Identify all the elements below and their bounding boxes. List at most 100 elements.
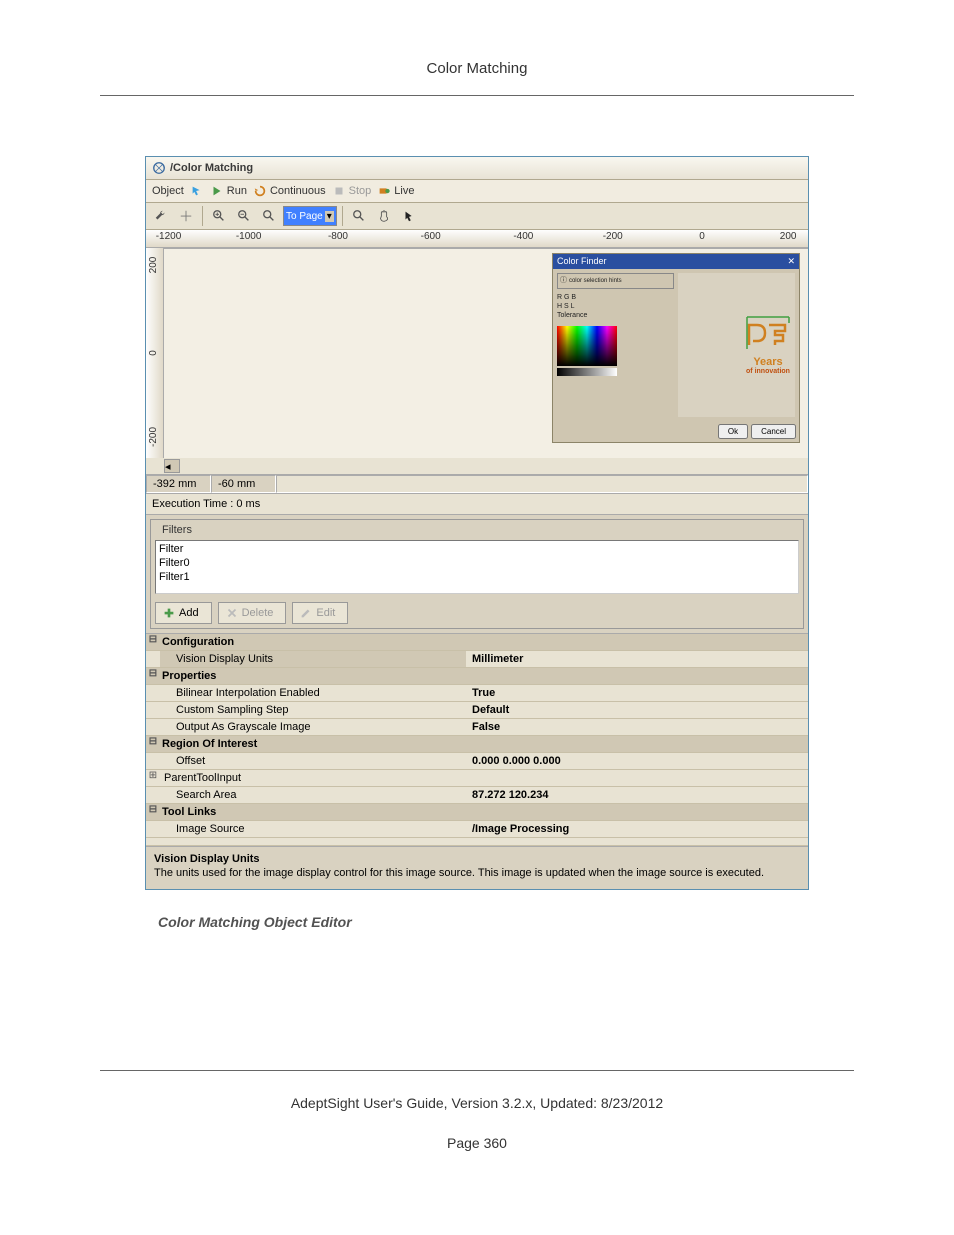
dialog-close-icon[interactable]: ✕ [787, 256, 795, 267]
ruler-tick: 200 [780, 231, 797, 242]
magnify-icon [352, 209, 366, 223]
page-footer: AdeptSight User's Guide, Version 3.2.x, … [100, 1070, 854, 1151]
ruler-tick: -1000 [236, 231, 262, 242]
wrench-button[interactable] [150, 206, 172, 226]
description-title: Vision Display Units [154, 853, 800, 865]
prop-parent-tool-input[interactable]: ⊞ ParentToolInput [146, 770, 808, 787]
magnify-button[interactable] [348, 206, 370, 226]
zoom-mode-label: To Page [286, 211, 323, 222]
page-number: Page 360 [100, 1135, 854, 1151]
section-label: Properties [160, 668, 466, 684]
prop-value[interactable]: False [466, 719, 808, 735]
app-icon [152, 161, 166, 175]
continuous-button[interactable]: Continuous [253, 184, 326, 198]
delete-label: Delete [242, 607, 274, 619]
prop-vision-display-units[interactable]: Vision Display Units Millimeter [146, 651, 808, 668]
zoom-reset-button[interactable] [258, 206, 280, 226]
add-filter-button[interactable]: Add [155, 602, 212, 624]
zoom-in-icon [212, 209, 226, 223]
ruler-tick: 0 [148, 350, 159, 356]
footer-text: AdeptSight User's Guide, Version 3.2.x, … [100, 1095, 854, 1111]
pan-button[interactable] [373, 206, 395, 226]
years-sub: of innovation [745, 368, 791, 375]
ruler-tick: -400 [513, 231, 533, 242]
cursor-icon [402, 209, 416, 223]
section-label: Region Of Interest [160, 736, 466, 752]
zoom-mode-select[interactable]: To Page ▾ [283, 206, 337, 226]
stop-label: Stop [349, 185, 372, 197]
dropdown-arrow-icon: ▾ [325, 211, 334, 222]
object-menu[interactable]: Object [152, 185, 184, 197]
zoom-out-icon [237, 209, 251, 223]
zoom-in-button[interactable] [208, 206, 230, 226]
prop-label: Bilinear Interpolation Enabled [160, 685, 466, 701]
prop-image-source[interactable]: Image Source /Image Processing [146, 821, 808, 838]
prop-value[interactable]: True [466, 685, 808, 701]
crosshair-button[interactable] [175, 206, 197, 226]
coord-x: -392 mm [146, 475, 211, 493]
edit-label: Edit [316, 607, 335, 619]
prop-value[interactable]: 87.272 120.234 [466, 787, 808, 803]
hand-icon [377, 209, 391, 223]
horizontal-scrollbar[interactable]: ◂ [146, 458, 808, 474]
live-button[interactable]: Live [377, 184, 414, 198]
list-item[interactable]: Filter0 [159, 556, 795, 570]
pointer-tool[interactable] [190, 184, 204, 198]
prop-value[interactable]: Default [466, 702, 808, 718]
delete-filter-button[interactable]: Delete [218, 602, 287, 624]
list-item[interactable]: Filter1 [159, 570, 795, 584]
color-picker[interactable] [557, 326, 617, 366]
prop-value[interactable] [466, 770, 808, 786]
prop-label: ParentToolInput [160, 770, 466, 786]
prop-bilinear[interactable]: Bilinear Interpolation Enabled True [146, 685, 808, 702]
dialog-cancel-button[interactable]: Cancel [751, 424, 796, 439]
prop-label: Offset [160, 753, 466, 769]
continuous-label: Continuous [270, 185, 326, 197]
figure-caption: Color Matching Object Editor [158, 914, 954, 930]
description-text: The units used for the image display con… [154, 867, 800, 879]
section-tool-links[interactable]: ⊟ Tool Links [146, 804, 808, 821]
ruler-tick: -200 [148, 427, 159, 447]
separator [202, 206, 203, 226]
prop-label: Custom Sampling Step [160, 702, 466, 718]
continuous-icon [253, 184, 267, 198]
filters-panel: Filters Filter Filter0 Filter1 Add Delet… [150, 519, 804, 629]
zoom-out-button[interactable] [233, 206, 255, 226]
collapse-icon[interactable]: ⊟ [146, 804, 160, 820]
prop-grayscale[interactable]: Output As Grayscale Image False [146, 719, 808, 736]
expand-icon[interactable]: ⊞ [146, 770, 160, 786]
dialog-ok-button[interactable]: Ok [718, 424, 748, 439]
description-pane: Vision Display Units The units used for … [146, 846, 808, 889]
ruler-vertical: 200 0 -200 [146, 248, 164, 458]
page-header: Color Matching [100, 60, 854, 96]
run-button[interactable]: Run [210, 184, 247, 198]
stop-button[interactable]: Stop [332, 184, 372, 198]
live-icon [377, 184, 391, 198]
prop-offset[interactable]: Offset 0.000 0.000 0.000 [146, 753, 808, 770]
ruler-tick: 0 [699, 231, 705, 242]
dialog-titlebar: Color Finder ✕ [553, 254, 799, 269]
years-text: Years [745, 356, 791, 368]
property-grid: ⊟ Configuration Vision Display Units Mil… [146, 633, 808, 846]
section-roi[interactable]: ⊟ Region Of Interest [146, 736, 808, 753]
filter-list[interactable]: Filter Filter0 Filter1 [155, 540, 799, 594]
prop-value[interactable]: 0.000 0.000 0.000 [466, 753, 808, 769]
prop-custom-step[interactable]: Custom Sampling Step Default [146, 702, 808, 719]
list-item[interactable]: Filter [159, 542, 795, 556]
dialog-preview: Years of innovation [678, 273, 795, 417]
prop-value[interactable]: /Image Processing [466, 821, 808, 837]
select-button[interactable] [398, 206, 420, 226]
image-canvas[interactable]: Color Finder ✕ ⓘ color selection hints R… [164, 248, 808, 458]
edit-filter-button[interactable]: Edit [292, 602, 348, 624]
collapse-icon[interactable]: ⊟ [146, 668, 160, 684]
section-properties[interactable]: ⊟ Properties [146, 668, 808, 685]
crosshair-icon [179, 209, 193, 223]
collapse-icon[interactable]: ⊟ [146, 736, 160, 752]
editor-window: /Color Matching Object Run Continuous St… [145, 156, 809, 890]
prop-value[interactable]: Millimeter [466, 651, 808, 667]
ruler-tick: -800 [328, 231, 348, 242]
ruler-tick: 200 [148, 256, 159, 273]
collapse-icon[interactable]: ⊟ [146, 634, 160, 650]
section-configuration[interactable]: ⊟ Configuration [146, 634, 808, 651]
prop-search-area[interactable]: Search Area 87.272 120.234 [146, 787, 808, 804]
